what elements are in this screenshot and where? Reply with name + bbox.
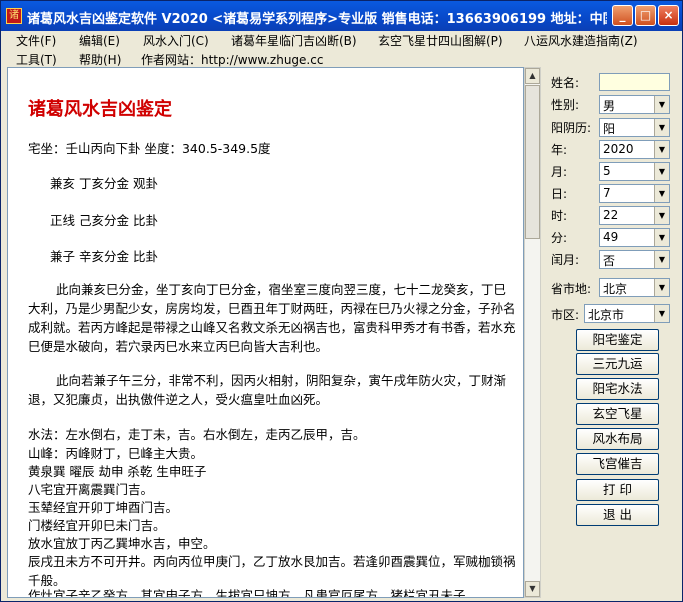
month-label: 月: [551,165,568,179]
app-window: 诸 诸葛风水吉凶鉴定软件 V2020 <诸葛易学系列程序>专业版 销售电话：13… [0,0,683,602]
app-icon: 诸 [6,8,22,24]
xuankong-feixing-button[interactable]: 玄空飞星 [576,403,659,425]
province-value: 北京 [603,282,628,296]
dropdown-arrow-icon[interactable]: ▼ [654,305,669,322]
huangquan-line: 黄泉巽 曜辰 劫申 杀乾 生申旺子 [28,464,207,479]
print-button[interactable]: 打 印 [576,479,659,501]
district-select[interactable]: 北京市 ▼ [584,304,670,323]
result-heading: 诸葛风水吉凶鉴定 [28,99,172,120]
menu-bar: 文件(F) 编辑(E) 风水入门(C) 诸葛年星临门吉凶断(B) 玄空飞星廿四山… [3,31,680,67]
menu-file[interactable]: 文件(F) [16,32,56,49]
menu-bayun[interactable]: 八运风水建造指南(Z) [524,32,638,49]
well-line: 辰戌丑未方不可开井。丙向丙位甲庚门，乙丁放水艮加吉。若逢卯酉震巽位，军贼枷锁祸千… [28,554,516,588]
line-jian-zi: 兼子 辛亥分金 比卦 [50,249,158,264]
feigong-cuiji-button[interactable]: 飞宫催吉 [576,453,659,475]
leap-month-select[interactable]: 否 ▼ [599,250,670,269]
province-select[interactable]: 北京 ▼ [599,278,670,297]
dropdown-arrow-icon[interactable]: ▼ [654,141,669,158]
menu-tools[interactable]: 工具(T) [16,51,57,68]
yangzhai-water-button[interactable]: 阳宅水法 [576,378,659,400]
paragraph-1: 此向兼亥巳分金，坐丁亥向丁巳分金，宿坐室三度向翌三度，七十二龙癸亥，丁巳大利，乃… [28,282,516,354]
hour-label: 时: [551,209,568,223]
house-orientation: 宅坐：壬山丙向下卦 坐度：340.5-349.5度 [28,141,271,156]
dropdown-arrow-icon[interactable]: ▼ [654,207,669,224]
name-input[interactable] [599,73,670,91]
year-label: 年: [551,143,568,157]
bazhai-line: 八宅宜开离震巽门吉。 [28,482,154,497]
month-select[interactable]: 5 ▼ [599,162,670,181]
month-value: 5 [603,164,611,178]
dropdown-arrow-icon[interactable]: ▼ [654,163,669,180]
fengshui-layout-button[interactable]: 风水布局 [576,428,659,450]
scroll-thumb[interactable] [525,85,540,239]
result-text-area[interactable]: 诸葛风水吉凶鉴定 宅坐：壬山丙向下卦 坐度：340.5-349.5度 兼亥 丁亥… [7,67,524,598]
district-value: 北京市 [588,308,625,322]
name-label: 姓名: [551,76,580,90]
scroll-down-icon[interactable]: ▼ [525,581,540,597]
sanyuan-jiuyun-button[interactable]: 三元九运 [576,353,659,375]
menu-xuankong[interactable]: 玄空飞星廿四山图解(P) [378,32,503,49]
calendar-label: 阳阴历: [551,121,592,135]
menlou-line: 门楼经宜开卯巳未门吉。 [28,518,166,533]
menu-fengshui-intro[interactable]: 风水入门(C) [143,32,209,49]
day-value: 7 [603,186,611,200]
calendar-value: 阳 [603,122,616,136]
minimize-button[interactable]: _ [612,5,633,26]
paragraph-2: 此向若兼子午三分，非常不利，因丙火相射，阴阳复杂，寅午戌年防火灾，丁财渐退，又犯… [28,373,507,407]
year-value: 2020 [603,142,634,156]
province-label: 省市地: [551,282,592,296]
gender-value: 男 [603,99,616,113]
hour-select[interactable]: 22 ▼ [599,206,670,225]
district-label: 市区: [551,308,580,322]
day-label: 日: [551,187,568,201]
minute-label: 分: [551,231,568,245]
title-bar[interactable]: 诸 诸葛风水吉凶鉴定软件 V2020 <诸葛易学系列程序>专业版 销售电话：13… [1,1,682,31]
stove-line: 作灶宜子辛乙癸方，其宜申子方，生拔宜只坤方，凡患官厄尾方，猪栏宜丑未子 [28,588,466,598]
dropdown-arrow-icon[interactable]: ▼ [654,119,669,136]
minute-value: 49 [603,230,619,244]
dropdown-arrow-icon[interactable]: ▼ [654,251,669,268]
line-jian-hai: 兼亥 丁亥分金 观卦 [50,176,158,191]
dropdown-arrow-icon[interactable]: ▼ [654,96,669,113]
yunian-line: 玉辇经宜开卯丁坤酉门吉。 [28,500,179,515]
window-title: 诸葛风水吉凶鉴定软件 V2020 <诸葛易学系列程序>专业版 销售电话：1366… [27,12,607,27]
mountain-peak: 山峰：丙峰财丁，巳峰主大贵。 [28,446,204,461]
menu-help[interactable]: 帮助(H) [79,51,121,68]
dropdown-arrow-icon[interactable]: ▼ [654,229,669,246]
gender-label: 性别: [551,98,580,112]
author-website-link[interactable]: 作者网站：http://www.zhuge.cc [141,51,323,68]
fangshui-line: 放水宜放丁丙乙巽坤水吉，申空。 [28,536,216,551]
minute-select[interactable]: 49 ▼ [599,228,670,247]
calendar-select[interactable]: 阳 ▼ [599,118,670,137]
dropdown-arrow-icon[interactable]: ▼ [654,185,669,202]
input-panel: 姓名: 性别: 男 ▼ 阳阴历: 阳 ▼ 年: 2020 ▼ 月: 5 ▼ 日: 7 ▼ … [544,67,682,598]
year-select[interactable]: 2020 ▼ [599,140,670,159]
line-zhengxian: 正线 己亥分金 比卦 [50,213,158,228]
yangzhai-appraisal-button[interactable]: 阳宅鉴定 [576,329,659,351]
hour-value: 22 [603,208,619,222]
vertical-scrollbar[interactable]: ▲ ▼ [524,67,541,598]
menu-edit[interactable]: 编辑(E) [79,32,120,49]
scroll-up-icon[interactable]: ▲ [525,68,540,84]
menu-year-star[interactable]: 诸葛年星临门吉凶断(B) [231,32,357,49]
leap-month-value: 否 [603,254,616,268]
leap-month-label: 闰月: [551,253,580,267]
close-button[interactable]: × [658,5,679,26]
gender-select[interactable]: 男 ▼ [599,95,670,114]
maximize-button[interactable]: □ [635,5,656,26]
water-method: 水法：左水倒右，走丁未，吉。右水倒左，走丙乙辰甲，吉。 [28,427,366,442]
dropdown-arrow-icon[interactable]: ▼ [654,279,669,296]
day-select[interactable]: 7 ▼ [599,184,670,203]
exit-button[interactable]: 退 出 [576,504,659,526]
